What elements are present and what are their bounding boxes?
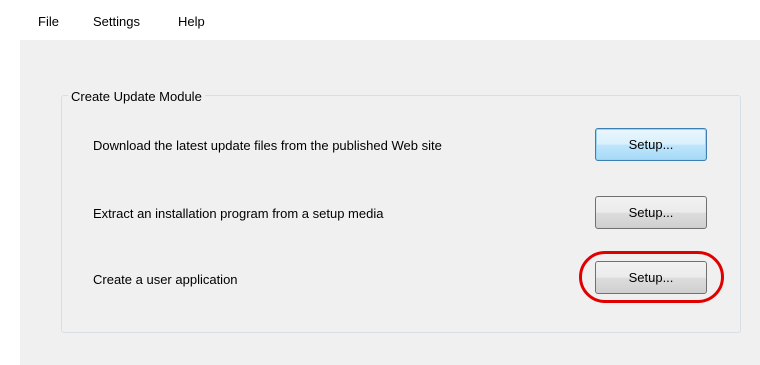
download-updates-label: Download the latest update files from th… [93, 138, 442, 153]
menu-file[interactable]: File [38, 14, 59, 29]
group-title: Create Update Module [68, 89, 205, 104]
create-user-application-label: Create a user application [93, 272, 238, 287]
extract-installation-setup-button[interactable]: Setup... [595, 196, 707, 229]
menu-settings[interactable]: Settings [93, 14, 140, 29]
menu-bar: File Settings Help [0, 0, 760, 40]
create-user-application-setup-button[interactable]: Setup... [595, 261, 707, 294]
download-updates-setup-button[interactable]: Setup... [595, 128, 707, 161]
menu-help[interactable]: Help [178, 14, 205, 29]
extract-installation-label: Extract an installation program from a s… [93, 206, 384, 221]
